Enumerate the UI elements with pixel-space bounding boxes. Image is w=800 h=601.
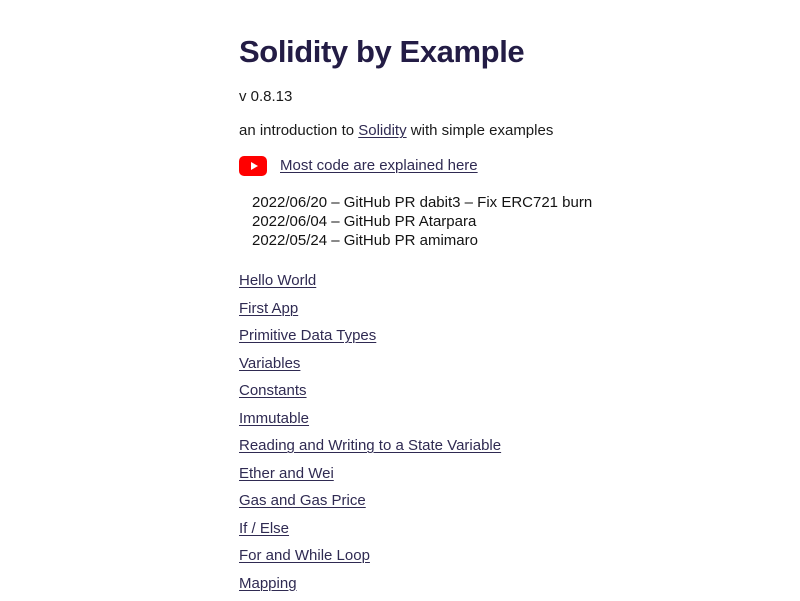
changelog-item: 2022/06/04 – GitHub PR Atarpara: [252, 212, 759, 231]
page-root: Solidity by Example v 0.8.13 an introduc…: [0, 0, 800, 582]
toc-link-for-and-while-loop[interactable]: For and While Loop: [239, 547, 370, 564]
list-item: Ether and Wei: [239, 464, 759, 492]
list-item: Reading and Writing to a State Variable: [239, 436, 759, 464]
list-item: If / Else: [239, 519, 759, 547]
toc-link-mapping[interactable]: Mapping: [239, 575, 297, 592]
video-explanation-link[interactable]: Most code are explained here: [280, 156, 478, 176]
version-label: v 0.8.13: [239, 71, 759, 107]
page-title: Solidity by Example: [239, 0, 759, 71]
list-item: Hello World: [239, 271, 759, 299]
solidity-link[interactable]: Solidity: [358, 122, 406, 139]
intro-paragraph: an introduction to Solidity with simple …: [239, 107, 759, 141]
table-of-contents: Hello World First App Primitive Data Typ…: [239, 250, 759, 601]
list-item: Variables: [239, 354, 759, 382]
toc-link-first-app[interactable]: First App: [239, 300, 298, 317]
toc-link-primitive-data-types[interactable]: Primitive Data Types: [239, 327, 376, 344]
list-item: Constants: [239, 381, 759, 409]
toc-link-gas-and-gas-price[interactable]: Gas and Gas Price: [239, 492, 366, 509]
youtube-icon[interactable]: [239, 156, 267, 176]
toc-link-if-else[interactable]: If / Else: [239, 520, 289, 537]
toc-link-variables[interactable]: Variables: [239, 355, 300, 372]
changelog-item: 2022/06/20 – GitHub PR dabit3 – Fix ERC7…: [252, 193, 759, 212]
list-item: Immutable: [239, 409, 759, 437]
video-row: Most code are explained here: [239, 141, 759, 176]
list-item: Gas and Gas Price: [239, 491, 759, 519]
toc-link-reading-and-writing-to-a-state-variable[interactable]: Reading and Writing to a State Variable: [239, 437, 501, 454]
list-item: Primitive Data Types: [239, 326, 759, 354]
toc-link-constants[interactable]: Constants: [239, 382, 307, 399]
intro-prefix: an introduction to: [239, 122, 358, 139]
intro-suffix: with simple examples: [407, 122, 554, 139]
list-item: Mapping: [239, 574, 759, 601]
changelog-list: 2022/06/20 – GitHub PR dabit3 – Fix ERC7…: [239, 176, 759, 250]
content-column: Solidity by Example v 0.8.13 an introduc…: [239, 0, 759, 601]
toc-link-ether-and-wei[interactable]: Ether and Wei: [239, 465, 334, 482]
toc-link-immutable[interactable]: Immutable: [239, 410, 309, 427]
toc-link-hello-world[interactable]: Hello World: [239, 272, 316, 289]
list-item: For and While Loop: [239, 546, 759, 574]
list-item: First App: [239, 299, 759, 327]
changelog-item: 2022/05/24 – GitHub PR amimaro: [252, 231, 759, 250]
play-triangle-icon: [251, 162, 258, 170]
